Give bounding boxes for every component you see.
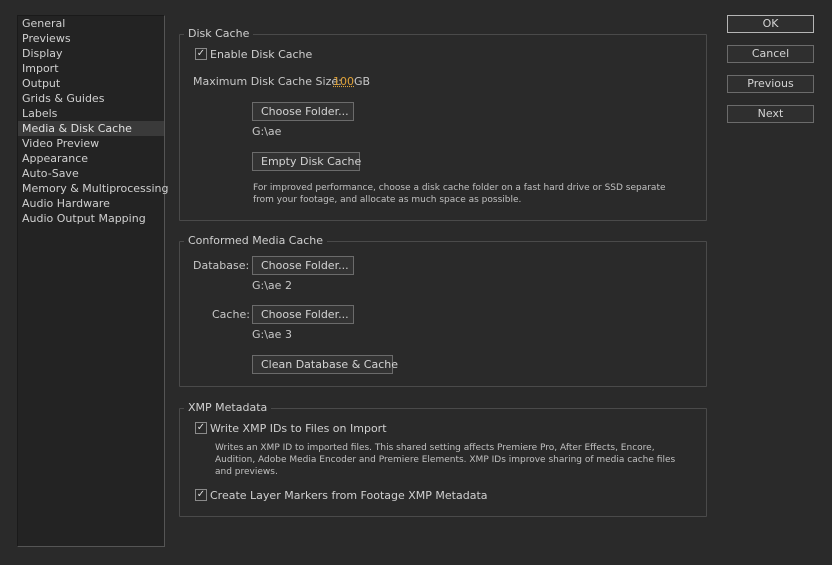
next-button[interactable]: Next bbox=[727, 105, 814, 123]
xmp-note-line3: and previews. bbox=[215, 467, 278, 477]
ok-button[interactable]: OK bbox=[727, 15, 814, 33]
cache-path: G:\ae 3 bbox=[252, 328, 292, 341]
sidebar-item-labels[interactable]: Labels bbox=[18, 106, 164, 121]
max-disk-cache-value[interactable]: 100 bbox=[333, 75, 354, 88]
max-disk-cache-unit: GB bbox=[354, 75, 371, 88]
enable-disk-cache-checkbox[interactable]: ✓ bbox=[195, 48, 207, 60]
disk-cache-choose-folder-button[interactable]: Choose Folder... bbox=[252, 102, 354, 121]
write-xmp-ids-checkbox[interactable]: ✓ bbox=[195, 422, 207, 434]
sidebar-item-appearance[interactable]: Appearance bbox=[18, 151, 164, 166]
max-disk-cache-label: Maximum Disk Cache Size: bbox=[193, 75, 342, 88]
database-choose-folder-button[interactable]: Choose Folder... bbox=[252, 256, 354, 275]
xmp-metadata-title: XMP Metadata bbox=[184, 401, 272, 414]
disk-cache-note-line1: For improved performance, choose a disk … bbox=[253, 183, 666, 193]
checkmark-icon: ✓ bbox=[196, 48, 206, 59]
sidebar-item-audio-output-mapping[interactable]: Audio Output Mapping bbox=[18, 211, 164, 226]
sidebar-item-memory-multiprocessing[interactable]: Memory & Multiprocessing bbox=[18, 181, 168, 196]
sidebar-item-auto-save[interactable]: Auto-Save bbox=[18, 166, 164, 181]
clean-database-cache-button[interactable]: Clean Database & Cache bbox=[252, 355, 398, 374]
disk-cache-note-line2: from your footage, and allocate as much … bbox=[253, 195, 522, 205]
sidebar-item-media-disk-cache[interactable]: Media & Disk Cache bbox=[18, 121, 164, 136]
category-list[interactable]: General Previews Display Import Output G… bbox=[17, 15, 168, 547]
database-label: Database: bbox=[193, 259, 250, 272]
sidebar-item-output[interactable]: Output bbox=[18, 76, 164, 91]
sidebar-item-previews[interactable]: Previews bbox=[18, 31, 164, 46]
checkmark-icon: ✓ bbox=[196, 489, 206, 500]
cancel-button[interactable]: Cancel bbox=[727, 45, 814, 63]
sidebar-item-general[interactable]: General bbox=[18, 16, 164, 31]
sidebar-item-audio-hardware[interactable]: Audio Hardware bbox=[18, 196, 164, 211]
cache-choose-folder-button[interactable]: Choose Folder... bbox=[252, 305, 354, 324]
layer-markers-checkbox[interactable]: ✓ bbox=[195, 489, 207, 501]
xmp-note-line2: Audition, Adobe Media Encoder and Premie… bbox=[215, 455, 676, 465]
sidebar-item-display[interactable]: Display bbox=[18, 46, 164, 61]
disk-cache-folder-path: G:\ae bbox=[252, 125, 282, 138]
layer-markers-label[interactable]: Create Layer Markers from Footage XMP Me… bbox=[210, 489, 488, 502]
enable-disk-cache-label[interactable]: Enable Disk Cache bbox=[210, 48, 312, 61]
checkmark-icon: ✓ bbox=[196, 422, 206, 433]
sidebar-item-import[interactable]: Import bbox=[18, 61, 164, 76]
conformed-media-cache-title: Conformed Media Cache bbox=[184, 234, 328, 247]
database-path: G:\ae 2 bbox=[252, 279, 292, 292]
disk-cache-title: Disk Cache bbox=[184, 27, 254, 40]
previous-button[interactable]: Previous bbox=[727, 75, 814, 93]
write-xmp-ids-label[interactable]: Write XMP IDs to Files on Import bbox=[210, 422, 387, 435]
cache-label: Cache: bbox=[212, 308, 250, 321]
xmp-note-line1: Writes an XMP ID to imported files. This… bbox=[215, 443, 655, 453]
sidebar-item-grids-guides[interactable]: Grids & Guides bbox=[18, 91, 164, 106]
empty-disk-cache-button[interactable]: Empty Disk Cache bbox=[252, 152, 361, 171]
sidebar-item-video-preview[interactable]: Video Preview bbox=[18, 136, 164, 151]
